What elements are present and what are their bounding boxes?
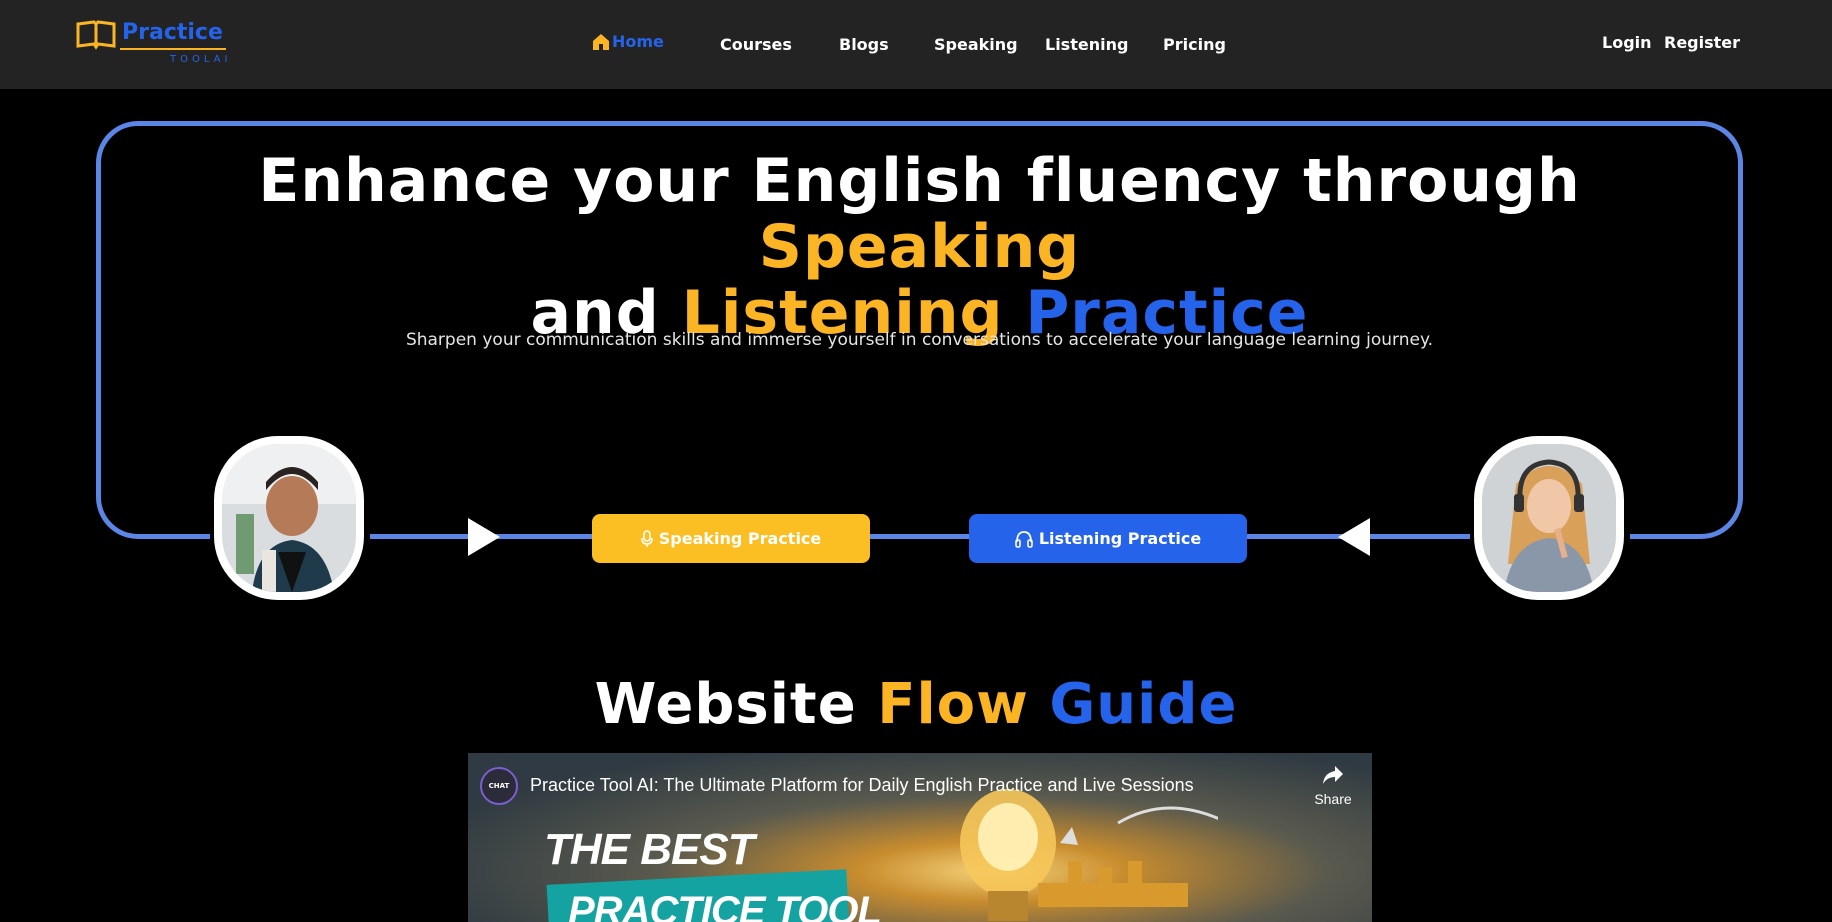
headphones-icon	[1015, 530, 1033, 548]
nav-pricing[interactable]: Pricing	[1163, 35, 1226, 54]
thumbnail-headline: THE BEST	[544, 825, 755, 874]
listening-practice-button[interactable]: Listening Practice	[969, 514, 1247, 563]
microphone-icon	[640, 529, 653, 547]
brand-sub: TOOLAI	[170, 54, 232, 65]
open-book-icon	[76, 20, 116, 50]
share-button[interactable]: Share	[1308, 765, 1358, 807]
guide-video-player[interactable]: CHAT Practice Tool AI: The Ultimate Plat…	[468, 753, 1372, 922]
register-link[interactable]: Register	[1664, 33, 1740, 52]
channel-badge-text: CHAT	[488, 782, 510, 790]
listening-practice-label: Listening Practice	[1038, 529, 1202, 548]
share-arrow-icon	[1323, 766, 1343, 784]
hero-subtitle: Sharpen your communication skills and im…	[405, 330, 1434, 350]
guide-title-guide: Guide	[1028, 672, 1238, 737]
guide-title-flow: Flow	[877, 672, 1029, 737]
top-navbar: Practice TOOLAI Home Courses Blogs Speak…	[0, 0, 1832, 89]
channel-avatar[interactable]: CHAT	[480, 767, 518, 805]
hero-title-part1: Enhance your English fluency through	[258, 146, 1581, 216]
nav-courses[interactable]: Courses	[720, 35, 792, 54]
nav-listening[interactable]: Listening	[1045, 35, 1128, 54]
speaker-photo	[222, 444, 356, 592]
login-link[interactable]: Login	[1602, 33, 1652, 52]
play-arrow-left-icon	[1338, 518, 1370, 556]
listener-photo	[1482, 444, 1616, 592]
brand-name: Practice	[122, 20, 223, 45]
play-arrow-right-icon	[468, 518, 500, 556]
share-label: Share	[1314, 791, 1352, 807]
nav-blogs[interactable]: Blogs	[839, 35, 889, 54]
nav-home-label[interactable]: Home	[612, 32, 664, 51]
guide-title-website: Website	[594, 672, 878, 737]
hero-title-speaking: Speaking	[758, 212, 1081, 282]
video-title[interactable]: Practice Tool AI: The Ultimate Platform …	[530, 775, 1194, 796]
guide-title: Website Flow Guide	[0, 672, 1832, 737]
speaking-practice-label: Speaking Practice	[658, 529, 822, 548]
brand-underline	[120, 48, 226, 50]
thumbnail-banner-text: PRACTICE TOOL	[568, 889, 882, 922]
speaking-practice-button[interactable]: Speaking Practice	[592, 514, 870, 563]
listener-avatar	[1474, 436, 1624, 600]
nav-speaking[interactable]: Speaking	[934, 35, 1018, 54]
home-icon	[593, 33, 609, 50]
nav-home[interactable]: Home	[592, 32, 664, 51]
speaker-avatar	[214, 436, 364, 600]
brand-logo[interactable]: Practice TOOLAI	[76, 18, 227, 66]
hero-title: Enhance your English fluency through Spe…	[96, 148, 1743, 346]
